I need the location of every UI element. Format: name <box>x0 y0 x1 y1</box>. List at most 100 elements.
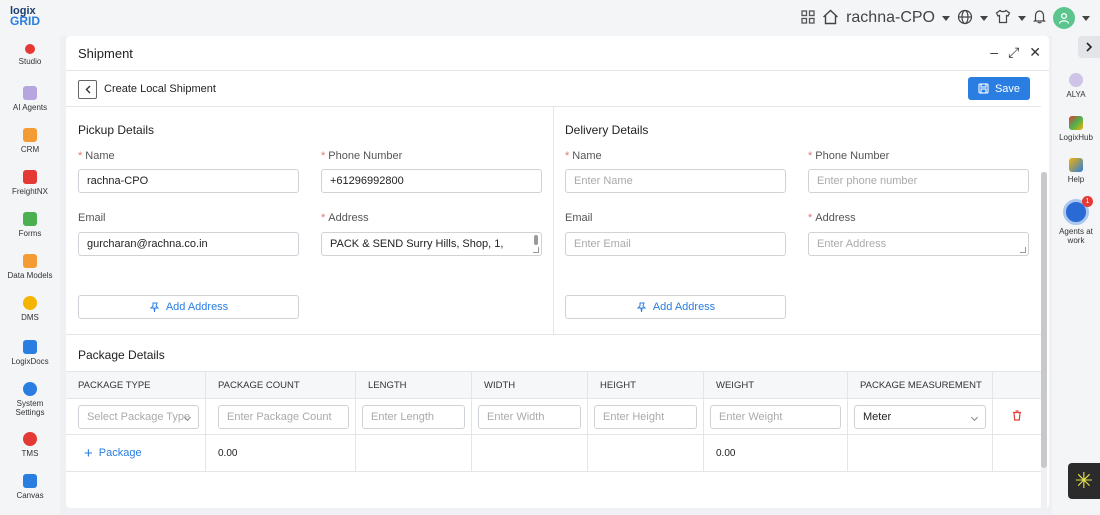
pickup-name-input[interactable]: rachna-CPO <box>78 169 299 193</box>
delivery-email-input[interactable]: Enter Email <box>565 232 786 256</box>
pickup-address-textarea[interactable]: PACK & SEND Surry Hills, Shop, 1, <box>321 232 542 256</box>
collapse-rail-button[interactable] <box>1078 36 1100 58</box>
rail-item-studio[interactable]: Studio <box>0 44 60 66</box>
rail-item-crm[interactable]: CRM <box>0 128 60 154</box>
delivery-name-input[interactable]: Enter Name <box>565 169 786 193</box>
rail-item-ai-agents[interactable]: AI Agents <box>0 86 60 112</box>
rail-item-alya[interactable]: ALYA <box>1052 73 1100 99</box>
total-weight-value: 0.00 <box>704 435 848 471</box>
rail-item-freightnx[interactable]: FreightNX <box>0 170 60 196</box>
user-dropdown-icon[interactable] <box>1082 15 1090 21</box>
expand-icon[interactable]: ⤢ <box>1008 44 1019 61</box>
table-total-row: + Package 0.00 0.00 <box>66 435 1041 472</box>
rail-item-tms[interactable]: TMS <box>0 432 60 458</box>
pickup-phone-input[interactable]: +61296992800 <box>321 169 542 193</box>
column-header: Length <box>356 372 472 398</box>
agents-at-work-icon: 1 <box>1063 196 1093 225</box>
empty-cell <box>472 435 588 471</box>
theme-dropdown-icon[interactable] <box>1018 15 1026 21</box>
measurement-cell: Meter <box>848 399 993 434</box>
save-button[interactable]: Save <box>968 77 1030 100</box>
globe-icon[interactable] <box>957 9 973 28</box>
delivery-phone-input[interactable]: Enter phone number <box>808 169 1029 193</box>
assistant-widget-button[interactable]: ✳ <box>1068 463 1100 499</box>
height-input[interactable]: Enter Height <box>594 404 697 429</box>
close-icon[interactable]: ✕ <box>1029 44 1041 61</box>
delivery-section-title: Delivery Details <box>565 123 649 137</box>
rail-label: Agents at work <box>1059 227 1093 245</box>
package-count-cell: Enter Package Count <box>206 399 356 434</box>
width-cell: Enter Width <box>472 399 588 434</box>
length-input[interactable]: Enter Length <box>362 404 465 429</box>
logo-line2: GRID <box>10 14 40 28</box>
rail-label: Help <box>1067 175 1085 184</box>
row-actions-cell <box>993 399 1041 434</box>
freightnx-icon <box>23 170 37 184</box>
panel-scrollbar[interactable] <box>1041 172 1047 508</box>
logixgrid-logo[interactable]: logix GRID <box>10 6 40 28</box>
rail-item-system-settings[interactable]: System Settings <box>0 382 60 417</box>
apps-grid-icon[interactable] <box>801 9 815 27</box>
back-button[interactable] <box>78 80 97 99</box>
account-dropdown-icon[interactable] <box>942 15 950 21</box>
delivery-add-address-button[interactable]: Add Address <box>565 295 786 319</box>
rail-item-logixhub[interactable]: LogixHub <box>1052 116 1100 142</box>
width-input[interactable]: Enter Width <box>478 404 581 429</box>
home-icon[interactable] <box>822 9 839 28</box>
delivery-address-label: * Address <box>808 212 856 224</box>
settings-gear-icon <box>23 382 37 396</box>
save-icon <box>978 83 989 94</box>
package-type-select[interactable]: Select Package Type <box>78 404 199 429</box>
rail-item-help[interactable]: Help <box>1052 158 1100 184</box>
user-icon <box>1058 12 1070 24</box>
rail-item-logixdocs[interactable]: LogixDocs <box>0 340 60 366</box>
top-bar: logix GRID rachna-CPO <box>0 0 1100 36</box>
package-type-cell: Select Package Type <box>66 399 206 434</box>
table-row: Select Package Type Enter Package Count … <box>66 399 1041 435</box>
resize-handle-icon[interactable] <box>1020 247 1026 253</box>
add-address-label: Add Address <box>652 301 716 313</box>
resize-handle-icon[interactable] <box>533 247 539 253</box>
pickup-email-input[interactable]: gurcharan@rachna.co.in <box>78 232 299 256</box>
bell-icon[interactable] <box>1033 9 1046 27</box>
user-avatar[interactable] <box>1053 7 1075 29</box>
length-cell: Enter Length <box>356 399 472 434</box>
delivery-address-textarea[interactable]: Enter Address <box>808 232 1029 256</box>
rail-item-agents-at-work[interactable]: 1 Agents at work <box>1052 196 1100 245</box>
right-assistant-rail: ALYA LogixHub Help 1 Agents at work <box>1052 36 1100 515</box>
data-models-icon <box>23 254 37 268</box>
pickup-add-address-button[interactable]: Add Address <box>78 295 299 319</box>
canvas-icon <box>23 474 37 488</box>
chevron-right-icon <box>1086 42 1093 52</box>
forms-icon <box>23 212 37 226</box>
rail-label: LogixDocs <box>11 357 49 366</box>
logixdocs-icon <box>23 340 37 354</box>
rail-label: Data Models <box>7 271 53 280</box>
package-measurement-select[interactable]: Meter <box>854 404 986 429</box>
language-dropdown-icon[interactable] <box>980 15 988 21</box>
account-name[interactable]: rachna-CPO <box>846 9 935 27</box>
pickup-address-value: PACK & SEND Surry Hills, Shop, 1, <box>330 238 504 250</box>
shirt-icon[interactable] <box>995 9 1011 27</box>
dms-icon <box>23 296 37 310</box>
column-header: Height <box>588 372 704 398</box>
rail-item-canvas[interactable]: Canvas <box>0 474 60 500</box>
textarea-scrollbar[interactable] <box>534 235 538 245</box>
add-package-button[interactable]: + Package <box>66 435 206 471</box>
logixhub-icon <box>1069 116 1083 130</box>
pin-icon <box>149 302 160 312</box>
minimize-icon[interactable]: – <box>990 44 998 61</box>
delivery-email-label: Email <box>565 212 593 224</box>
rail-item-data-models[interactable]: Data Models <box>0 254 60 280</box>
scrollbar-thumb[interactable] <box>1041 172 1047 468</box>
weight-input[interactable]: Enter Weight <box>710 404 841 429</box>
plus-icon: + <box>84 444 93 462</box>
delete-row-icon[interactable] <box>1012 409 1022 424</box>
pickup-phone-label: * Phone Number <box>321 150 403 162</box>
rail-item-dms[interactable]: DMS <box>0 296 60 322</box>
rail-label: LogixHub <box>1059 133 1093 142</box>
package-count-input[interactable]: Enter Package Count <box>218 404 349 429</box>
column-header: Package Type <box>66 372 206 398</box>
rail-item-forms[interactable]: Forms <box>0 212 60 238</box>
total-count-value: 0.00 <box>206 435 356 471</box>
